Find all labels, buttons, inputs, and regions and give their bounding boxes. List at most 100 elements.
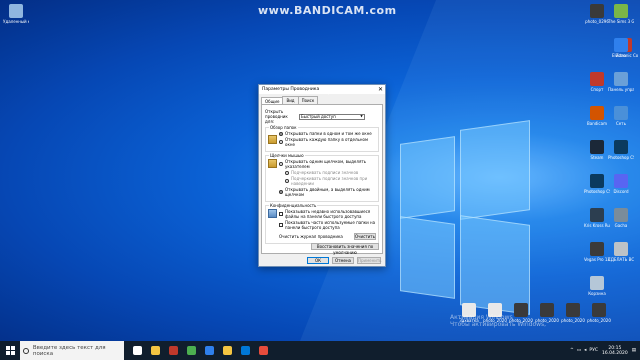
desktop-icon[interactable]: Спорт	[584, 72, 610, 92]
app-icon	[614, 208, 628, 222]
radio-underline-hover[interactable]	[285, 179, 289, 183]
taskbar-app-folder[interactable]	[218, 341, 236, 360]
task-view-icon	[132, 346, 142, 355]
desktop-icon[interactable]: Discord	[608, 174, 634, 194]
search-icon	[23, 347, 29, 354]
dialog-titlebar[interactable]: Параметры Проводника ✕	[259, 85, 385, 94]
browse-folders-group: Обзор папок Открывать папки в одном и то…	[265, 125, 379, 152]
radio-label: Открывать двойным, а выделять одним щелч…	[285, 187, 370, 197]
desktop-icon[interactable]: Steam	[584, 140, 610, 160]
radio-same-window[interactable]	[279, 131, 283, 136]
cancel-button[interactable]: Отмена	[332, 257, 354, 264]
desktop-icon[interactable]: photo_0296	[584, 4, 610, 24]
volume-icon[interactable]: ◂	[584, 348, 586, 353]
chevron-up-icon[interactable]: ^	[570, 348, 574, 353]
app-icon	[566, 303, 580, 317]
apply-button[interactable]: Применить	[357, 257, 382, 264]
desktop-icon-label: Спорт	[590, 87, 604, 92]
desktop-icon[interactable]: Kris Kross Ruck Sim	[584, 208, 610, 228]
taskbar-app-store[interactable]	[236, 341, 254, 360]
taskbar-search[interactable]: Введите здесь текст для поиска	[20, 341, 124, 360]
store-icon	[240, 346, 250, 355]
windows-logo-icon	[5, 346, 15, 355]
desktop-icon-label: Bandicam	[587, 121, 607, 126]
app-icon	[590, 242, 604, 256]
restore-defaults-button[interactable]: Восстановить значения по умолчанию	[311, 243, 379, 255]
desktop-icon[interactable]: Удаленный клиент	[3, 4, 29, 24]
app-icon	[9, 4, 23, 18]
taskbar-app-photoshop[interactable]	[200, 341, 218, 360]
app-icon	[590, 208, 604, 222]
activation-watermark: Активация Windows Чтобы активировать Win…	[450, 314, 546, 328]
radio-single-click[interactable]	[279, 162, 283, 166]
taskbar-app-bandicam[interactable]	[164, 341, 182, 360]
taskbar-app-chrome[interactable]	[182, 341, 200, 360]
ok-button[interactable]: ОК	[307, 257, 329, 264]
folder-window-icon	[268, 135, 277, 144]
taskbar-app-yandex[interactable]	[254, 341, 272, 360]
tab-strip: Общие Вид Поиск	[259, 94, 385, 105]
system-tray: ^ ▭ ◂ РУС 20:15 16.04.2020 ▤	[570, 346, 640, 356]
network-icon[interactable]: ▭	[577, 348, 581, 353]
desktop-icon-label: Photoshop CS6	[608, 155, 634, 160]
desktop-icon-label: Панель управления	[608, 87, 634, 92]
windows-logo-pane	[460, 120, 530, 220]
app-icon	[590, 140, 604, 154]
close-icon[interactable]: ✕	[376, 85, 385, 94]
desktop-icon-label: Vegas Pro 13.0 (64-bit)	[584, 257, 610, 262]
open-explorer-value: Быстрый доступ	[301, 114, 336, 119]
radio-new-window[interactable]	[279, 140, 283, 144]
pointer-icon	[268, 159, 277, 168]
desktop-icon[interactable]: Vegas Pro 13.0 (64-bit)	[584, 242, 610, 262]
taskbar-app-task-view[interactable]	[128, 341, 146, 360]
desktop-icon-label: Photoshop CS6 x64	[584, 189, 610, 194]
radio-double-click[interactable]	[279, 190, 283, 194]
checkbox-recent-files[interactable]	[279, 212, 283, 216]
folder-options-dialog: Параметры Проводника ✕ Общие Вид Поиск О…	[258, 84, 386, 267]
desktop-icon[interactable]: photo_2020	[560, 303, 586, 323]
clear-history-label: Очистить журнал проводника	[279, 234, 343, 239]
desktop-icon[interactable]: Корзина	[584, 276, 610, 296]
desktop-icon-label: Удаленный клиент	[3, 19, 29, 24]
language-indicator[interactable]: РУС	[589, 348, 598, 353]
notifications-icon[interactable]: ▤	[632, 348, 636, 353]
open-explorer-label: Открыть проводник для:	[265, 109, 288, 124]
start-button[interactable]	[0, 341, 20, 360]
desktop-icon[interactable]: Photoshop CS6	[608, 140, 634, 160]
activation-line: Активация Windows	[450, 314, 513, 321]
chrome-icon	[186, 346, 196, 355]
radio-underline-always[interactable]	[285, 170, 289, 175]
desktop-icon-label: Gacha	[614, 223, 628, 228]
desktop-icon[interactable]: Gacha	[608, 208, 634, 228]
desktop-icon-label: The Sims 3 Gold E...	[608, 19, 634, 24]
desktop-icon[interactable]: photo_2020	[586, 303, 612, 323]
click-items-group: Щелчки мышью Открывать одним щелчком, вы…	[265, 153, 379, 202]
radio-label: Открывать папки в одном и том же окне	[285, 131, 372, 136]
checkbox-frequent-folders[interactable]	[279, 223, 283, 227]
checkbox-label: Показывать часто используемые папки на п…	[285, 220, 376, 230]
taskbar: Введите здесь текст для поиска ^ ▭ ◂ РУС…	[0, 341, 640, 360]
desktop-icon-label: Discord	[613, 189, 629, 194]
desktop-icon[interactable]: Zona	[608, 38, 634, 58]
app-icon	[614, 38, 628, 52]
clock-date: 16.04.2020	[601, 350, 628, 356]
desktop-icon[interactable]: The Sims 3 Gold E...	[608, 4, 634, 24]
desktop-icon[interactable]: СДЕЛАТЬ ВСЁ ДЕЛЯ	[608, 242, 634, 262]
desktop-icon-label: Steam	[590, 155, 604, 160]
desktop-icon[interactable]: Сеть	[608, 106, 634, 126]
desktop: www.BANDICAM.com Удаленный клиент photo_…	[0, 0, 640, 341]
tab-search[interactable]: Поиск	[297, 96, 319, 104]
privacy-title: Конфиденциальность	[269, 203, 318, 208]
clock[interactable]: 20:15 16.04.2020	[602, 346, 628, 356]
tab-view[interactable]: Вид	[282, 96, 299, 104]
desktop-icon[interactable]: Панель управления	[608, 72, 634, 92]
clear-history-button[interactable]: Очистить	[354, 233, 376, 240]
yandex-icon	[258, 346, 268, 355]
windows-logo-pane	[400, 216, 455, 299]
dialog-title: Параметры Проводника	[262, 87, 320, 92]
privacy-group: Конфиденциальность Показывать недавно ис…	[265, 203, 379, 244]
desktop-icon[interactable]: Photoshop CS6 x64	[584, 174, 610, 194]
desktop-icon[interactable]: Bandicam	[584, 106, 610, 126]
taskbar-app-explorer[interactable]	[146, 341, 164, 360]
open-explorer-select[interactable]: Быстрый доступ ▼	[299, 113, 365, 120]
